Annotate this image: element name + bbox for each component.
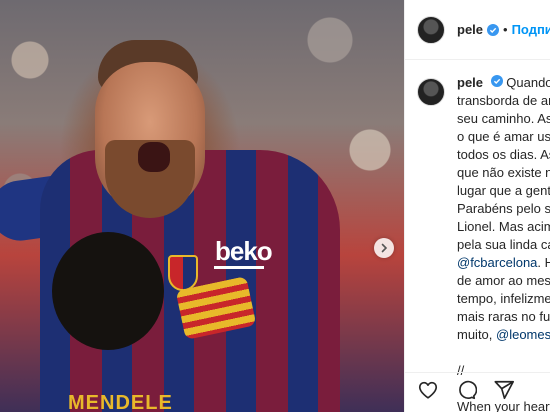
post-side-panel: pele • Подписаться pele Quando se transb… [404, 0, 550, 412]
caption-line: que não existe nad [457, 165, 550, 180]
caption-line-text: muito, [457, 327, 497, 342]
teammate-head [52, 232, 164, 350]
avatar[interactable] [417, 15, 445, 44]
caption-line: pele Quando se [457, 74, 550, 92]
caption-line: lugar que a gente [457, 183, 550, 198]
caption-line: tempo, infelizment [457, 291, 550, 306]
caption-line: pela sua linda carr [457, 237, 550, 252]
caption-avatar[interactable] [417, 78, 445, 106]
post-image[interactable]: beko MENDELE [0, 0, 404, 412]
caption-text: pele Quando se transborda de amo seu cam… [457, 74, 550, 412]
post-caption: pele Quando se transborda de amo seu cam… [417, 74, 550, 412]
caption-line: todos os dias. Ass [457, 147, 550, 162]
jersey-name: MENDELE [68, 392, 173, 412]
caption-line: de amor ao mesm [457, 273, 550, 288]
caption-line-text: Quando se [506, 75, 550, 90]
verified-badge-icon [490, 75, 503, 87]
caption-username[interactable]: pele [457, 75, 483, 90]
next-image-button[interactable] [374, 238, 394, 258]
verified-badge-icon [487, 23, 500, 36]
caption-line-text: . His [537, 255, 550, 270]
jersey-sponsor: beko [215, 236, 273, 266]
send-icon[interactable] [493, 379, 515, 406]
sponsor-underline [214, 266, 264, 269]
chevron-right-icon [381, 243, 388, 253]
caption-line: Lionel. Mas acima [457, 219, 550, 234]
caption-line: transborda de amo [457, 93, 550, 108]
post-header: pele • Подписаться [405, 0, 550, 60]
header-username[interactable]: pele [457, 22, 483, 37]
caption-line: o que é amar usar [457, 129, 550, 144]
follow-button[interactable]: Подписаться [512, 22, 550, 37]
caption-line: seu caminho. Assi [457, 111, 550, 126]
comment-icon[interactable] [455, 379, 478, 406]
separator-dot: • [503, 22, 508, 37]
post-actions [405, 372, 550, 412]
mention-fcbarcelona[interactable]: @fcbarcelona [457, 255, 537, 270]
caption-line: Parabéns pelo seu [457, 201, 550, 216]
club-crest [168, 255, 198, 291]
caption-line: muito, @leomessi. [457, 326, 550, 344]
heart-icon[interactable] [417, 379, 439, 406]
caption-line: mais raras no fute [457, 309, 550, 324]
caption-line: @fcbarcelona. His [457, 254, 550, 272]
mention-leomessi[interactable]: @leomessi [496, 327, 550, 342]
player-mouth [138, 142, 170, 172]
